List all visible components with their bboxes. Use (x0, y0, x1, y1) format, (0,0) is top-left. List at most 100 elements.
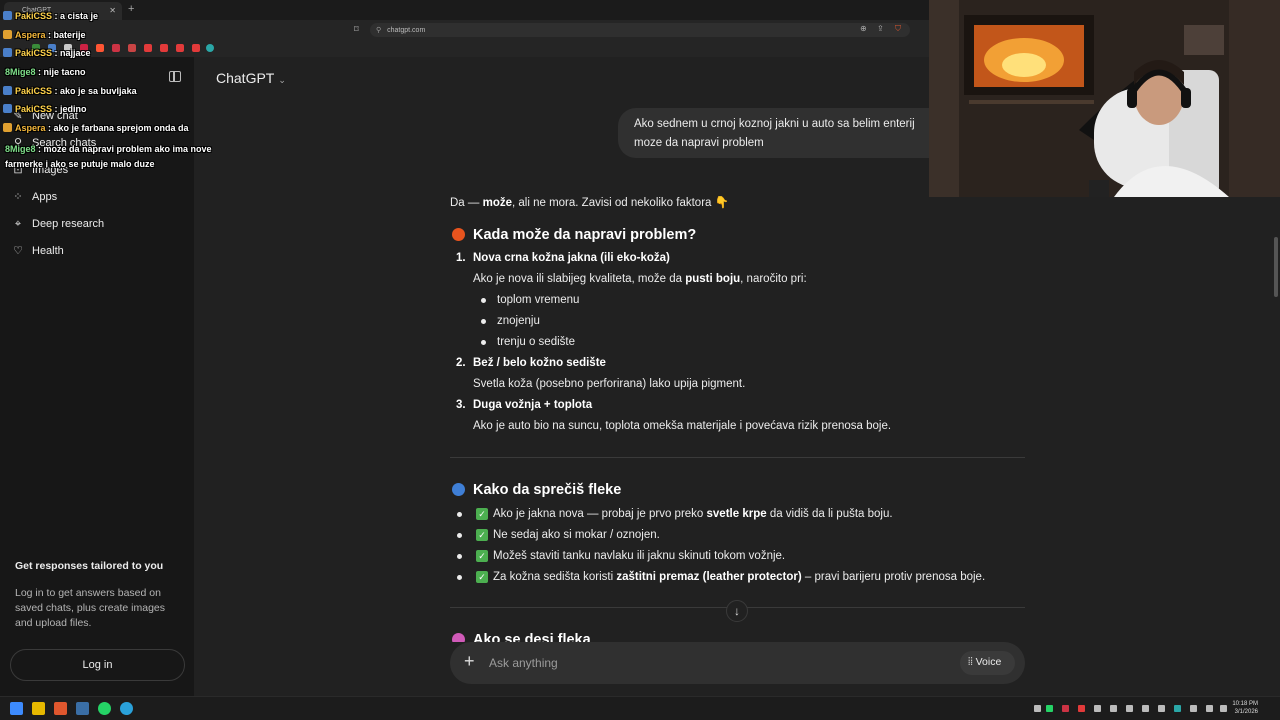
tray-telegram-icon[interactable] (1094, 705, 1101, 712)
user-message-line: moze da napravi problem (634, 137, 764, 149)
tray-discord-icon[interactable] (1110, 705, 1117, 712)
list-item-title: Nova crna kožna jakna (ili eko-koža) (473, 252, 670, 264)
bookmark-favicon-icon[interactable] (128, 44, 136, 52)
item-title: Nova crna kožna jakna (ili eko-koža) (473, 252, 670, 264)
sponge-icon (452, 633, 465, 642)
chat-user: 8Mige8 (5, 67, 36, 77)
bullet (481, 319, 486, 324)
windows-start-icon[interactable] (10, 702, 23, 715)
text-bold: svetle krpe (706, 508, 767, 520)
tip-item: Ne sedaj ako si mokar / oznojen. (493, 529, 660, 541)
chevron-down-icon: ⌄ (278, 75, 286, 85)
stream-chat-line: Aspera : ako je farbana sprejom onda da (3, 123, 189, 133)
promo-title: Get responses tailored to you (15, 560, 164, 572)
chat-badge-icon (3, 123, 12, 132)
heart-icon: ♡ (13, 245, 23, 257)
bookmark-icon[interactable]: ⌑ (354, 24, 359, 35)
bookmark-favicon-icon[interactable] (160, 44, 168, 52)
model-selector[interactable]: ChatGPT ⌄ (216, 70, 286, 86)
sidebar-item-label: Deep research (32, 218, 105, 230)
bookmark-favicon-icon[interactable] (176, 44, 184, 52)
sidebar-item-apps[interactable]: ⁘ Apps (12, 191, 57, 203)
whatsapp-icon[interactable] (98, 702, 111, 715)
taskbar-clock[interactable]: 10:18 PM 3/1/2026 (1232, 700, 1258, 716)
list-item-text: Ako je auto bio na suncu, toplota omekša… (473, 420, 892, 432)
answer-intro: Da — može, ali ne mora. Zavisi od nekoli… (450, 195, 729, 209)
user-message-line: Ako sednem u crnoj koznoj jakni u auto s… (634, 118, 915, 130)
close-tab-icon[interactable]: ✕ (109, 6, 116, 15)
browser-tab-bar: ChatGPT ✕ + (0, 0, 930, 20)
bookmark-favicon-icon[interactable] (96, 44, 104, 52)
text-bold: pusti boju (685, 273, 741, 285)
stream-chat-line: PakiCSS : najjace (3, 48, 91, 58)
bookmark-favicon-icon[interactable] (144, 44, 152, 52)
divider (450, 457, 1025, 458)
telegram-icon[interactable] (120, 702, 133, 715)
file-explorer-icon[interactable] (32, 702, 45, 715)
prompt-input[interactable]: Ask anything (489, 656, 558, 670)
chat-message: ako je farbana sprejom onda da (53, 123, 189, 133)
sidebar-item-label: Health (32, 245, 64, 257)
tray-steam-icon[interactable] (1142, 705, 1149, 712)
chat-message: najjace (60, 48, 91, 58)
brave-shield-icon[interactable]: ⛉ (895, 24, 901, 34)
list-item-text: Ako je nova ili slabijeg kvaliteta, može… (473, 273, 807, 285)
tip-item: Za kožna sedišta koristi zaštitni premaz… (493, 571, 985, 583)
chat-user: 8Mige8 (5, 144, 36, 154)
chat-user: Aspera (15, 30, 46, 40)
text-part: Za kožna sedišta koristi (493, 571, 617, 583)
tray-app-icon[interactable] (1062, 705, 1069, 712)
chat-message: moze da napravi problem ako ima nove far… (5, 144, 212, 169)
tray-chevron-icon[interactable] (1034, 705, 1041, 712)
tray-display-icon[interactable] (1220, 705, 1227, 712)
tray-app-icon[interactable] (1158, 705, 1165, 712)
chat-user: PakiCSS (15, 86, 53, 96)
section-heading-partial: Ako se desi fleka (452, 632, 591, 642)
sidebar-toggle-icon[interactable] (169, 71, 181, 82)
tray-app-icon[interactable] (1174, 705, 1181, 712)
tray-whatsapp-icon[interactable] (1046, 705, 1053, 712)
site-info-icon[interactable]: ⚲ (376, 26, 381, 34)
tray-network-icon[interactable] (1190, 705, 1197, 712)
new-tab-icon[interactable]: + (128, 3, 134, 15)
section-title: Ako se desi fleka (473, 632, 591, 642)
bookmark-favicon-icon[interactable] (192, 44, 200, 52)
chat-badge-icon (3, 48, 12, 57)
url-field[interactable]: ⚲ chatgpt.com (370, 23, 910, 37)
share-icon[interactable]: ⇪ (877, 24, 884, 33)
scroll-down-button[interactable]: ↓ (726, 600, 748, 622)
zoom-icon[interactable]: ⊕ (860, 24, 867, 33)
sidebar-item-health[interactable]: ♡ Health (12, 245, 64, 257)
text-part: Ako je nova ili slabijeg kvaliteta, može… (473, 273, 686, 285)
login-button[interactable]: Log in (10, 649, 185, 681)
text-part: da vidiš da li pušta boju. (766, 508, 893, 520)
sidebar-item-deep-research[interactable]: ⌖ Deep research (12, 218, 104, 230)
stream-chat-line: PakiCSS : a cista je (3, 11, 98, 21)
brave-browser-icon[interactable] (54, 702, 67, 715)
bullet (457, 554, 462, 559)
list-item-text: Svetla koža (posebno perforirana) lako u… (473, 378, 746, 390)
bookmark-favicon-icon[interactable] (112, 44, 120, 52)
tray-app-icon[interactable] (1126, 705, 1133, 712)
list-number: 2. (456, 357, 466, 369)
promo-text: Log in to get answers based on saved cha… (15, 587, 165, 629)
voice-label: Voice (975, 656, 1002, 668)
steam-icon[interactable] (76, 702, 89, 715)
tip-item: Možeš staviti tanku navlaku ili jaknu sk… (493, 550, 786, 562)
fire-icon (452, 228, 465, 241)
list-item-title: Bež / belo kožno sedište (473, 357, 606, 369)
browser-address-bar: ⌑ ⚲ chatgpt.com ⊕ ⇪ ⛉ (0, 20, 930, 40)
composer[interactable]: + Ask anything ⦙⦙ Voice (450, 642, 1025, 684)
bookmark-favicon-icon[interactable] (206, 44, 214, 52)
voice-button[interactable]: ⦙⦙ Voice (960, 651, 1015, 675)
bullet (481, 298, 486, 303)
bullet (481, 340, 486, 345)
add-attachment-button[interactable]: + (464, 651, 475, 672)
chat-user: PakiCSS (15, 11, 53, 21)
tray-volume-icon[interactable] (1206, 705, 1213, 712)
page-scrollbar[interactable] (1272, 197, 1280, 696)
stream-chat-line: 8Mige8 : moze da napravi problem ako ima… (5, 144, 212, 169)
scrollbar-thumb[interactable] (1274, 237, 1278, 297)
tray-record-icon[interactable] (1078, 705, 1085, 712)
clock-date: 3/1/2026 (1234, 709, 1258, 715)
